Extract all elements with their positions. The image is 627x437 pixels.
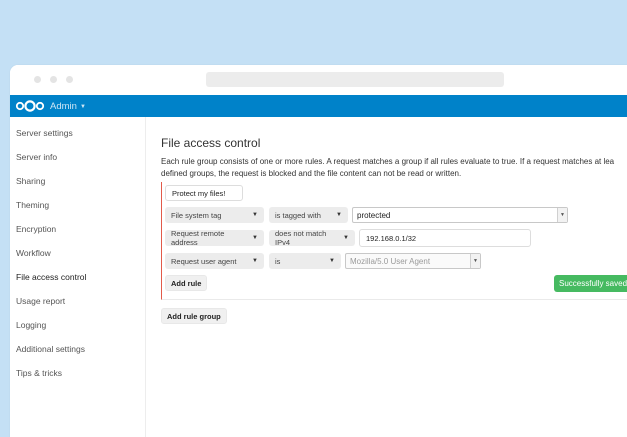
browser-titlebar: [10, 65, 627, 95]
caret-down-icon[interactable]: ▼: [80, 104, 86, 110]
caret-down-icon: ▼: [343, 235, 349, 241]
rule-value-input[interactable]: 192.168.0.1/32: [359, 229, 531, 247]
sidebar-item-tips-tricks[interactable]: Tips & tricks: [16, 368, 62, 378]
settings-sidebar: Server settings Server info Sharing Them…: [10, 117, 146, 437]
sidebar-item-sharing[interactable]: Sharing: [16, 176, 45, 186]
add-rule-group-button[interactable]: Add rule group: [161, 308, 227, 324]
status-badge: Successfully saved: [554, 275, 627, 292]
window-control-dot[interactable]: [66, 76, 73, 83]
rule-group: Protect my files! File system tag ▼ is ta…: [161, 182, 627, 300]
browser-window: Admin ▼ Server settings Server info Shar…: [10, 65, 627, 437]
chevron-down-icon: ▼: [557, 208, 567, 222]
rule-check-select[interactable]: Request user agent ▼: [165, 253, 264, 269]
sidebar-item-file-access-control[interactable]: File access control: [16, 272, 86, 282]
rule-check-label: Request remote address: [171, 229, 225, 247]
page-title: File access control: [161, 136, 261, 150]
sidebar-item-theming[interactable]: Theming: [16, 200, 49, 210]
rule-check-select[interactable]: Request remote address ▼: [165, 229, 264, 247]
rule-value-label: Mozilla/5.0 User Agent: [350, 256, 431, 266]
rule-operator-label: is tagged with: [275, 210, 321, 220]
rule-operator-select[interactable]: is ▼: [269, 253, 341, 269]
rule-operator-select[interactable]: is tagged with ▼: [269, 207, 348, 223]
description-line: Each rule group consists of one or more …: [161, 157, 615, 166]
caret-down-icon: ▼: [329, 258, 335, 264]
add-rule-button[interactable]: Add rule: [165, 275, 208, 291]
rule-operator-label: is: [275, 256, 281, 266]
rule-check-label: File system tag: [171, 210, 222, 220]
rule-value-user-agent-select[interactable]: Mozilla/5.0 User Agent ▼: [345, 253, 481, 269]
rule-value-tag-select[interactable]: protected ▼: [352, 207, 568, 223]
app-header: Admin ▼: [10, 95, 627, 117]
caret-down-icon: ▼: [252, 258, 258, 264]
caret-down-icon: ▼: [252, 235, 258, 241]
caret-down-icon: ▼: [336, 212, 342, 218]
sidebar-item-server-info[interactable]: Server info: [16, 152, 57, 162]
chevron-down-icon: ▼: [470, 254, 480, 268]
rule-operator-select[interactable]: does not match IPv4 ▼: [269, 229, 355, 247]
rule-group-name-input[interactable]: Protect my files!: [165, 185, 243, 201]
sidebar-item-usage-report[interactable]: Usage report: [16, 296, 65, 306]
sidebar-item-server-settings[interactable]: Server settings: [16, 128, 73, 138]
nextcloud-logo-icon[interactable]: [15, 99, 45, 113]
rule-value-label: protected: [357, 210, 391, 220]
rule-check-select[interactable]: File system tag ▼: [165, 207, 264, 223]
sidebar-item-encryption[interactable]: Encryption: [16, 224, 56, 234]
caret-down-icon: ▼: [252, 212, 258, 218]
window-control-dot[interactable]: [34, 76, 41, 83]
app-menu-label[interactable]: Admin: [50, 101, 77, 112]
sidebar-item-additional-settings[interactable]: Additional settings: [16, 344, 85, 354]
address-bar[interactable]: [206, 72, 504, 87]
rule-check-label: Request user agent: [171, 256, 237, 266]
sidebar-item-logging[interactable]: Logging: [16, 320, 46, 330]
window-control-dot[interactable]: [50, 76, 57, 83]
rule-operator-label: does not match IPv4: [275, 229, 327, 247]
description-line: defined groups, the request is blocked a…: [161, 169, 462, 178]
sidebar-item-workflow[interactable]: Workflow: [16, 248, 51, 258]
